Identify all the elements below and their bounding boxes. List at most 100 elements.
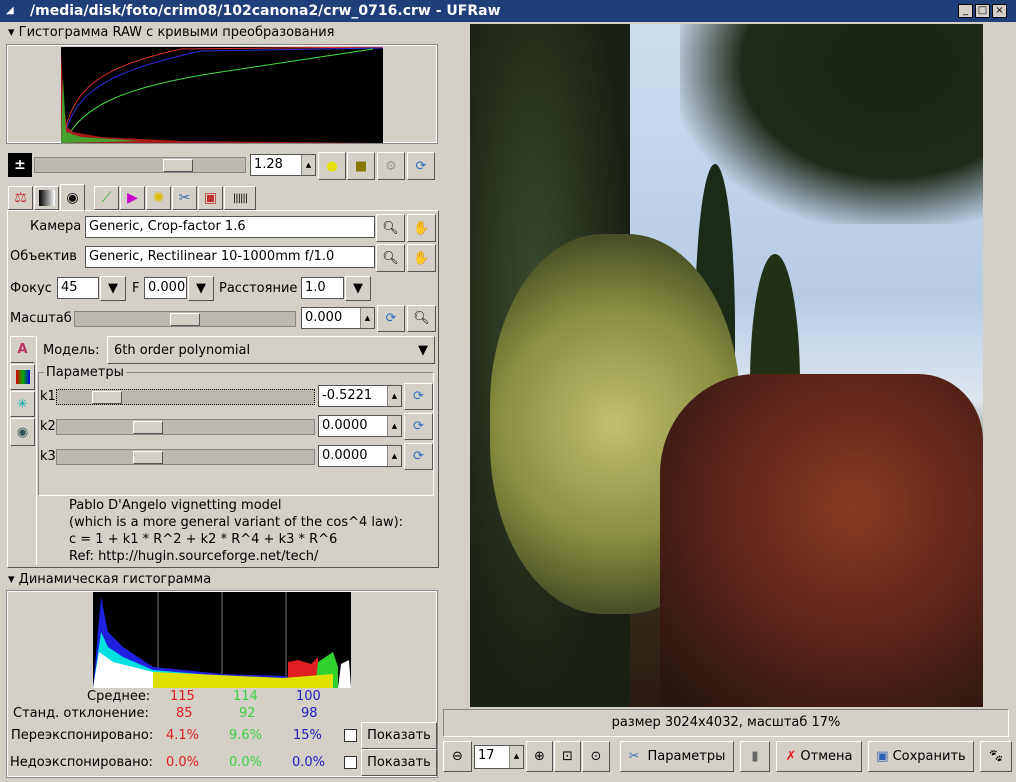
slider-thumb[interactable] [163, 159, 193, 172]
zoom-in-button[interactable]: ⊕ [526, 741, 553, 772]
camera-field[interactable]: Generic, Crop-factor 1.6 [85, 216, 375, 238]
auto-exposure-bulb-icon[interactable]: ● [318, 152, 346, 180]
raw-histogram-expander[interactable]: ▾ Гистограмма RAW с кривыми преобразован… [8, 25, 335, 40]
distortion-icon: ✳ [17, 396, 28, 412]
zoom-100-button[interactable]: ⊙ [582, 741, 610, 772]
tab-correction[interactable]: ✺ [146, 186, 171, 210]
aperture-field[interactable]: 0.000 [144, 277, 187, 299]
reset-k2-button[interactable]: ⟳ [404, 413, 433, 440]
k3-value[interactable]: 0.0000 [319, 446, 387, 466]
exposure-spinbox[interactable]: 1.28▲▼ [250, 154, 316, 176]
options-button[interactable]: ✂ Параметры [620, 741, 734, 772]
slider-thumb[interactable] [170, 313, 200, 326]
k2-spinbox[interactable]: 0.0000▲▼ [318, 415, 402, 437]
reset-k3-button[interactable]: ⟳ [404, 443, 433, 470]
gear-icon[interactable]: ⚙ [377, 152, 405, 180]
exposure-value[interactable]: 1.28 [251, 155, 301, 175]
spin-arrows[interactable]: ▲▼ [509, 746, 523, 768]
restore-details-icon[interactable]: ■ [347, 152, 375, 180]
tab-exif[interactable]: |||||| [224, 186, 256, 210]
distance-dropdown[interactable]: ▼ [345, 276, 371, 301]
grayscale-icon [38, 190, 55, 206]
minimize-button[interactable]: _ [958, 4, 973, 18]
slider-thumb[interactable] [133, 421, 163, 434]
exposure-icon: ± [8, 153, 32, 177]
spin-arrows[interactable]: ▲▼ [387, 416, 401, 436]
scale-spinbox[interactable]: 0.000▲▼ [301, 307, 375, 329]
k1-slider[interactable] [56, 389, 315, 405]
lens-icon: ◉ [66, 190, 79, 206]
send-to-gimp-button[interactable]: 🐾︎ [980, 741, 1012, 772]
spin-arrows[interactable]: ▲▼ [387, 386, 401, 406]
description-line: (which is a more general variant of the … [69, 515, 404, 530]
distance-label: Расстояние [219, 281, 298, 296]
spin-arrows[interactable]: ▲▼ [360, 308, 374, 328]
k2-value[interactable]: 0.0000 [319, 416, 387, 436]
zoom-out-button[interactable]: ⊖ [443, 741, 472, 772]
search-lens-button[interactable]: 🔍︎ [376, 244, 405, 272]
focal-field[interactable]: 45 [57, 277, 99, 299]
k3-slider[interactable] [56, 449, 315, 465]
zoom-value[interactable]: 17 [475, 746, 509, 768]
mean-green: 114 [233, 689, 258, 704]
tab-crop-rotate[interactable]: ✂ [172, 186, 197, 210]
tab-vignetting[interactable]: A [10, 336, 35, 363]
k1-value[interactable]: -0.5221 [319, 386, 387, 406]
auto-lens-button[interactable]: ✋ [407, 244, 436, 272]
k1-spinbox[interactable]: -0.5221▲▼ [318, 385, 402, 407]
auto-scale-button[interactable]: 🔍︎ [407, 305, 436, 332]
tab-geometry[interactable]: ◉ [10, 418, 35, 446]
scale-value[interactable]: 0.000 [302, 308, 360, 328]
auto-camera-button[interactable]: ✋ [407, 214, 436, 242]
tca-icon [15, 370, 30, 384]
spin-arrows[interactable]: ▲▼ [387, 446, 401, 466]
reset-icon[interactable]: ⟳ [407, 152, 435, 180]
show-under-checkbox[interactable] [344, 756, 357, 769]
show-over-checkbox[interactable] [344, 729, 357, 742]
tab-distortion[interactable]: ✳ [10, 391, 35, 417]
lens-field[interactable]: Generic, Rectilinear 10-1000mm f/1.0 [85, 246, 375, 268]
distance-field[interactable]: 1.0 [301, 277, 344, 299]
scale-slider[interactable] [74, 311, 296, 327]
reset-scale-button[interactable]: ⟳ [377, 305, 405, 332]
tab-lens[interactable]: ◉ [60, 184, 85, 212]
description-line: Ref: http://hugin.sourceforge.net/tech/ [69, 549, 319, 564]
scale-label: Масштаб [10, 311, 72, 326]
description-line: c = 1 + k1 * R^2 + k2 * R^4 + k3 * R^6 [69, 532, 338, 547]
slider-thumb[interactable] [133, 451, 163, 464]
exposure-slider[interactable] [34, 157, 246, 173]
tab-white-balance[interactable]: ⚖ [8, 186, 33, 210]
live-histogram-expander[interactable]: ▾ Динамическая гистограмма [8, 572, 211, 587]
over-label: Переэкспонировано: [11, 728, 154, 743]
k2-slider[interactable] [56, 419, 315, 435]
aperture-dropdown[interactable]: ▼ [188, 276, 214, 301]
tab-tca[interactable] [10, 364, 35, 390]
show-over-button[interactable]: Показать [361, 722, 437, 749]
save-button[interactable]: ▣ Сохранить [868, 741, 974, 772]
save-label: Сохранить [892, 749, 966, 764]
show-under-button[interactable]: Показать [361, 749, 437, 776]
delete-button[interactable]: ▮ [740, 741, 770, 772]
maximize-button[interactable]: □ [975, 4, 990, 18]
over-blue: 15% [293, 728, 322, 743]
cancel-button[interactable]: ✗ Отмена [776, 741, 862, 772]
zoom-fit-button[interactable]: ⊡ [554, 741, 581, 772]
k3-spinbox[interactable]: 0.0000▲▼ [318, 445, 402, 467]
focal-dropdown[interactable]: ▼ [100, 276, 126, 301]
reset-k1-button[interactable]: ⟳ [404, 383, 433, 410]
close-button[interactable]: × [992, 4, 1007, 18]
spin-arrows[interactable]: ▲▼ [301, 155, 315, 175]
preview-image[interactable] [470, 24, 983, 707]
model-dropdown[interactable]: 6th order polynomial ▼ [107, 336, 435, 364]
zoom-spinbox[interactable]: 17▲▼ [474, 745, 524, 769]
search-icon: 🔍︎ [382, 250, 399, 266]
tab-base-curve[interactable]: ⟋ [94, 186, 119, 210]
std-blue: 98 [301, 706, 318, 721]
search-camera-button[interactable]: 🔍︎ [376, 214, 405, 242]
slider-thumb[interactable] [92, 391, 122, 404]
tab-color-management[interactable]: ▶ [120, 186, 145, 210]
tab-grayscale[interactable] [34, 186, 59, 210]
model-value: 6th order polynomial [114, 342, 251, 358]
cancel-label: Отмена [800, 749, 853, 764]
tab-save[interactable]: ▣ [198, 186, 223, 210]
